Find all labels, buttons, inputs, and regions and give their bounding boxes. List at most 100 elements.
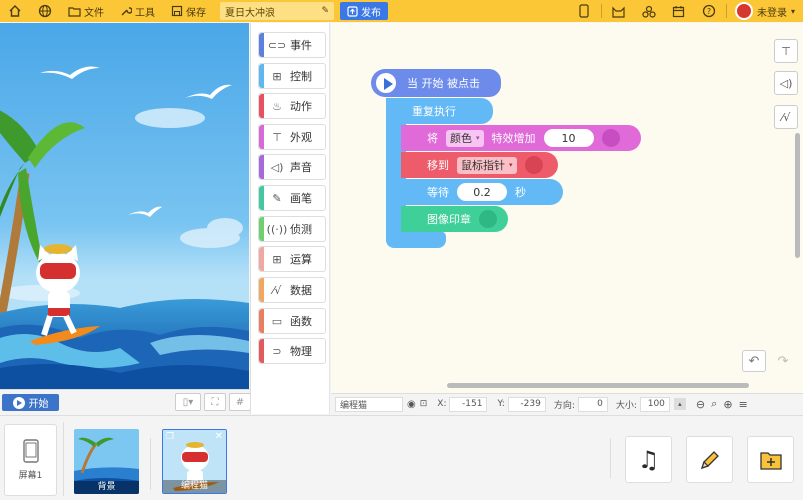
undo-icon[interactable]: ↶	[742, 350, 766, 372]
fullscreen-icon[interactable]: ⛶	[204, 393, 226, 411]
lock-icon[interactable]: ⊡	[420, 399, 428, 409]
go-to-block[interactable]: 移到 鼠标指针 ▾	[401, 152, 558, 178]
file-menu[interactable]: 文件	[60, 0, 112, 22]
gamepad-icon: ⊞	[272, 69, 282, 83]
tools-menu[interactable]: 工具	[112, 0, 163, 22]
vertical-scrollbar[interactable]	[795, 133, 800, 258]
change-effect-block[interactable]: 将 颜色 ▾ 特效增加 10	[401, 125, 641, 151]
magnet-icon: ⊃	[272, 344, 282, 358]
category-label: 画笔	[290, 192, 312, 205]
toggle-icon: ⊂⊃	[267, 38, 287, 52]
category-control[interactable]: ⊞ 控制	[258, 63, 326, 89]
data-chart-icon[interactable]: ⁄√	[774, 105, 798, 129]
draw-sprite-button[interactable]	[686, 436, 733, 483]
sprite-thumbnail-background[interactable]: 背景	[74, 429, 139, 494]
cat-face-icon[interactable]	[604, 0, 634, 22]
direction-field[interactable]: 0	[577, 396, 608, 412]
category-data[interactable]: ⁄√ 数据	[258, 277, 326, 303]
category-functions[interactable]: ▭ 函数	[258, 308, 326, 334]
settings-gear-icon[interactable]	[601, 129, 620, 147]
y-field[interactable]: -239	[507, 396, 546, 412]
community-icon[interactable]	[634, 0, 664, 22]
sprite-label: 编程猫	[163, 480, 226, 493]
category-sound[interactable]: ◁) 声音	[258, 154, 326, 180]
start-label: 开始	[28, 399, 49, 410]
settings-gear-icon[interactable]	[524, 156, 543, 174]
category-label: 外观	[290, 131, 312, 144]
redo-icon[interactable]: ↷	[771, 350, 795, 372]
publish-button[interactable]: 发布	[340, 2, 388, 20]
pencil-icon	[700, 450, 719, 469]
project-title: 夏日大冲浪	[225, 7, 275, 19]
sound-icon[interactable]: ◁)	[774, 71, 798, 95]
pen-icon: ✎	[272, 191, 282, 205]
divider	[150, 438, 151, 490]
x-field[interactable]: -151	[449, 396, 488, 412]
sprite-info-bar: 编程猫 ◉ ⊡ X: -151 Y: -239 方向: 0 大小: 100 ▴ …	[331, 393, 803, 414]
device-select-button[interactable]: ▯▾	[175, 393, 201, 411]
sprite-label: 背景	[74, 481, 139, 494]
start-button[interactable]: 开始	[2, 394, 59, 411]
effect-prefix: 将	[427, 132, 438, 145]
speaker-icon: ◁)	[270, 160, 284, 174]
category-events[interactable]: ⊂⊃ 事件	[258, 32, 326, 58]
divider	[63, 422, 64, 496]
category-physics[interactable]: ⊃ 物理	[258, 338, 326, 364]
save-button[interactable]: 保存	[163, 0, 214, 22]
help-icon[interactable]: ?	[694, 0, 724, 22]
grid-icon[interactable]: #	[229, 393, 251, 411]
size-stepper-icon[interactable]: ▴	[673, 398, 686, 410]
home-icon[interactable]	[0, 0, 30, 22]
top-bar: 文件 工具 保存 夏日大冲浪 ✎ 发布 ? 未登录 ▾	[0, 0, 803, 22]
close-icon[interactable]: ✕	[215, 431, 223, 442]
direction-label: 方向:	[553, 400, 575, 411]
zoom-out-icon[interactable]: ⊖	[696, 398, 705, 411]
copy-icon[interactable]: ❐	[166, 432, 174, 442]
sprite-thumbnail-cat[interactable]: ❐ ✕ 编程猫	[162, 429, 227, 494]
effect-value-input[interactable]: 10	[543, 129, 594, 147]
calc-icon: ⊞	[272, 252, 282, 266]
avatar	[734, 2, 753, 20]
pen-icon	[479, 210, 497, 228]
repeat-forever-block[interactable]: 重复执行	[386, 98, 493, 124]
project-title-input[interactable]: 夏日大冲浪 ✎	[220, 2, 334, 20]
topbar-right-tools: ? 未登录 ▾	[569, 0, 803, 22]
add-sound-button[interactable]: ♫	[625, 436, 672, 483]
user-menu[interactable]: 未登录 ▾	[729, 2, 803, 20]
category-operators[interactable]: ⊞ 运算	[258, 246, 326, 272]
costume-icon[interactable]: ⊤	[774, 39, 798, 63]
category-label: 物理	[290, 345, 312, 358]
stamp-block[interactable]: 图像印章	[401, 206, 508, 232]
sprite-name-field[interactable]: 编程猫	[335, 396, 403, 412]
screen-label: 屏幕1	[18, 471, 43, 481]
category-pen[interactable]: ✎ 画笔	[258, 185, 326, 211]
category-looks[interactable]: ⊤ 外观	[258, 124, 326, 150]
stage-canvas[interactable]	[0, 23, 249, 389]
data-icon: ⁄√	[272, 283, 282, 297]
calendar-icon[interactable]	[664, 0, 694, 22]
category-motion[interactable]: ♨ 动作	[258, 93, 326, 119]
wait-value-input[interactable]: 0.2	[457, 183, 507, 201]
add-sprite-button[interactable]	[747, 436, 794, 483]
separator	[600, 4, 602, 18]
zoom-in-icon[interactable]: ⊕	[723, 398, 732, 411]
publish-label: 发布	[361, 7, 381, 19]
screen-card[interactable]: 屏幕1	[4, 424, 57, 496]
effect-dropdown[interactable]: 颜色 ▾	[446, 129, 484, 147]
zoom-reset-icon[interactable]: ⌕	[711, 397, 717, 411]
size-field[interactable]: 100	[639, 396, 670, 412]
effect-suffix: 特效增加	[491, 132, 536, 145]
folder-icon	[68, 6, 81, 17]
globe-icon[interactable]	[30, 0, 60, 22]
goto-target-dropdown[interactable]: 鼠标指针 ▾	[457, 156, 517, 174]
phone-preview-icon[interactable]	[569, 0, 599, 22]
visible-eye-icon[interactable]: ◉	[407, 399, 416, 410]
category-sensing[interactable]: ((·)) 侦测	[258, 216, 326, 242]
horizontal-scrollbar[interactable]	[447, 383, 749, 388]
category-label: 控制	[290, 70, 312, 83]
when-start-clicked-block[interactable]: 当 开始 被点击	[371, 69, 501, 97]
menu-icon[interactable]: ≡	[739, 398, 748, 411]
wait-block[interactable]: 等待 0.2 秒	[401, 179, 563, 205]
chevron-down-icon: ▾	[476, 134, 480, 142]
code-workspace[interactable]: 当 开始 被点击 重复执行 将 颜色 ▾ 特效增加 10 移到 鼠标指针 ▾ 等…	[331, 23, 803, 393]
